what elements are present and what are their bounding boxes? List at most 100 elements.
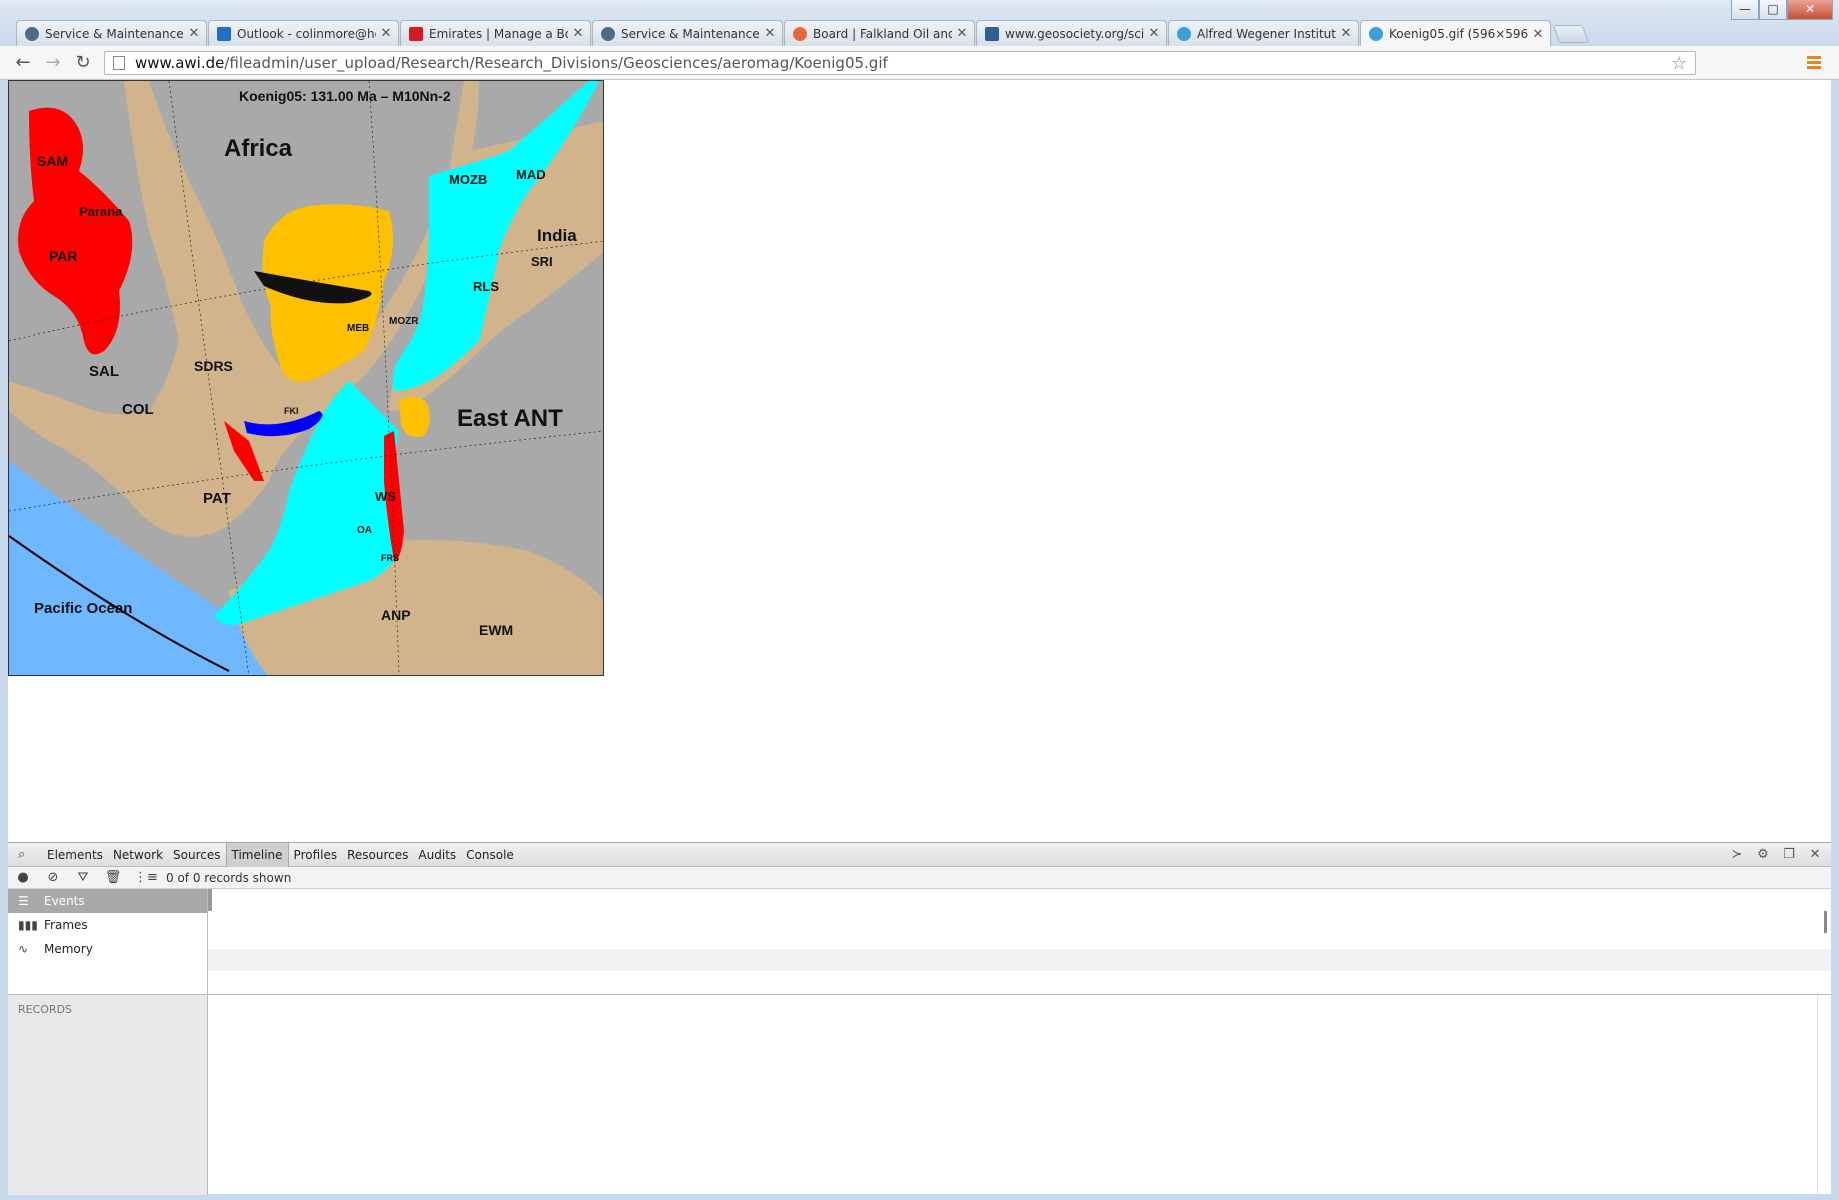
close-icon[interactable]: ✕ <box>1340 26 1352 41</box>
browser-toolbar: ← → ↻ www.awi.de/fileadmin/user_upload/R… <box>0 46 1839 80</box>
hamburger-menu-icon[interactable] <box>1805 54 1823 72</box>
close-icon[interactable]: ✕ <box>1148 26 1160 41</box>
browser-tab[interactable]: Alfred Wegener Institute E ✕ <box>1168 20 1359 46</box>
tab-title: Board | Falkland Oil and G <box>813 26 952 41</box>
tab-title: Outlook - colinmore@hot <box>237 26 376 41</box>
events-icon: ☰ <box>18 894 29 908</box>
filter-icon[interactable]: ⛛ <box>74 869 92 887</box>
timeline-overview[interactable] <box>208 889 1831 995</box>
label-mozr: MOZR <box>389 316 419 327</box>
label-pat: PAT <box>203 490 231 507</box>
reload-icon[interactable]: ↻ <box>72 52 94 74</box>
sidebar-item-memory[interactable]: ∿ Memory <box>8 937 207 961</box>
label-mad: MAD <box>516 167 546 182</box>
overview-selector: ☰ Events ▮▮▮ Frames ∿ Memory <box>8 889 207 995</box>
label-meb: MEB <box>347 323 369 334</box>
close-icon[interactable]: ✕ <box>1532 27 1544 42</box>
browser-tab[interactable]: Board | Falkland Oil and G ✕ <box>784 20 975 46</box>
tab-sources[interactable]: Sources <box>168 843 225 867</box>
label-mozb: MOZB <box>449 172 487 187</box>
browser-tab[interactable]: Service & Maintenance | C ✕ <box>16 20 207 46</box>
tab-title: Service & Maintenance | C <box>45 26 184 41</box>
maximize-button[interactable]: □ <box>1759 0 1787 20</box>
reconstruction-map: Koenig05: 131.00 Ma – M10Nn-2 Africa SAM… <box>9 81 603 675</box>
devtools-tab-bar: ⌕ Elements Network Sources Timeline Prof… <box>8 842 1831 867</box>
records-scrollbar[interactable] <box>1817 995 1831 1195</box>
records-area <box>208 995 1831 1195</box>
label-parana: Parana <box>79 204 123 219</box>
tab-profiles[interactable]: Profiles <box>289 843 343 867</box>
trash-icon[interactable]: 🗑 <box>104 869 122 887</box>
tab-elements[interactable]: Elements <box>42 843 108 867</box>
minimize-button[interactable]: — <box>1731 0 1759 20</box>
gsa-icon <box>985 26 999 41</box>
sidebar-item-frames[interactable]: ▮▮▮ Frames <box>8 913 207 937</box>
map-image: Koenig05: 131.00 Ma – M10Nn-2 Africa SAM… <box>8 80 604 676</box>
bookmark-star-icon[interactable]: ☆ <box>1671 53 1687 74</box>
tab-console[interactable]: Console <box>461 843 519 867</box>
label-east-ant: East ANT <box>457 405 563 432</box>
label-sal: SAL <box>89 363 119 380</box>
overview-window-handle[interactable] <box>1824 911 1827 933</box>
tab-audits[interactable]: Audits <box>413 843 461 867</box>
label-col: COL <box>122 401 154 418</box>
tab-title: Service & Maintenance | C <box>621 26 760 41</box>
frames-bar-icon: ▮▮▮ <box>18 918 38 932</box>
label-ewm: EWM <box>479 622 513 638</box>
browser-tab[interactable]: Service & Maintenance | C ✕ <box>592 20 783 46</box>
tab-network[interactable]: Network <box>108 843 168 867</box>
devtools-controls: ≻ ⚙ ❐ ✕ <box>1729 847 1823 863</box>
records-label: RECORDS <box>18 1003 73 1016</box>
label-ws: WS <box>375 489 396 504</box>
tab-strip: Service & Maintenance | C ✕ Outlook - co… <box>0 0 1839 47</box>
browser-tab[interactable]: Outlook - colinmore@hot ✕ <box>208 20 399 46</box>
label-frs: FRS <box>381 553 399 563</box>
timeline-sidebar: ☰ Events ▮▮▮ Frames ∿ Memory RECORDS <box>8 889 208 1195</box>
window-controls: — □ ✕ <box>1731 0 1833 20</box>
browser-tab[interactable]: www.geosociety.org/scien ✕ <box>976 20 1167 46</box>
browser-tab-active[interactable]: Koenig05.gif (596×596) ✕ <box>1360 20 1551 47</box>
glue-records-icon[interactable]: ⋮≡ <box>134 869 158 887</box>
close-icon[interactable]: ✕ <box>1807 847 1823 863</box>
label-india: India <box>537 226 577 245</box>
tab-title: Koenig05.gif (596×596) <box>1389 27 1528 41</box>
clear-icon[interactable]: ⊘ <box>44 869 62 887</box>
tab-list: Service & Maintenance | C ✕ Outlook - co… <box>16 20 1590 47</box>
label-sdrs: SDRS <box>194 358 233 374</box>
close-icon[interactable]: ✕ <box>764 26 776 41</box>
back-arrow-icon[interactable]: ← <box>12 52 34 74</box>
label-sri: SRI <box>531 254 553 269</box>
overview-resize-handle[interactable] <box>208 889 212 911</box>
window-close-button[interactable]: ✕ <box>1787 0 1833 20</box>
address-bar[interactable]: www.awi.de/fileadmin/user_upload/Researc… <box>104 51 1696 75</box>
emirates-icon <box>409 26 423 41</box>
circle-icon <box>793 26 807 41</box>
search-icon[interactable]: ⌕ <box>18 847 32 862</box>
sidebar-item-label: Memory <box>44 942 93 956</box>
outlook-icon <box>217 26 231 41</box>
close-icon[interactable]: ✕ <box>572 26 584 41</box>
records-count: 0 of 0 records shown <box>166 870 292 885</box>
new-tab-button[interactable] <box>1552 25 1590 43</box>
tab-title: www.geosociety.org/scien <box>1005 26 1144 41</box>
close-icon[interactable]: ✕ <box>188 26 200 41</box>
undock-icon[interactable]: ❐ <box>1781 847 1797 863</box>
globe-icon <box>25 26 39 41</box>
timeline-toolbar: ● ⊘ ⛛ 🗑 ⋮≡ 0 of 0 records shown <box>8 867 1831 889</box>
label-rls: RLS <box>473 279 499 294</box>
forward-arrow-icon[interactable]: → <box>42 52 64 74</box>
tab-timeline[interactable]: Timeline <box>225 842 289 867</box>
awi-icon <box>1369 27 1383 41</box>
gear-icon[interactable]: ⚙ <box>1755 847 1771 863</box>
console-drawer-icon[interactable]: ≻ <box>1729 847 1745 863</box>
close-icon[interactable]: ✕ <box>380 26 392 41</box>
sidebar-item-events[interactable]: ☰ Events <box>8 889 207 913</box>
record-icon[interactable]: ● <box>14 869 32 887</box>
browser-tab[interactable]: Emirates | Manage a Book ✕ <box>400 20 591 46</box>
sidebar-item-label: Frames <box>44 918 88 932</box>
page-icon <box>113 56 125 70</box>
close-icon[interactable]: ✕ <box>956 26 968 41</box>
url-text[interactable]: www.awi.de/fileadmin/user_upload/Researc… <box>135 54 888 72</box>
tab-resources[interactable]: Resources <box>342 843 413 867</box>
globe-icon <box>601 26 615 41</box>
